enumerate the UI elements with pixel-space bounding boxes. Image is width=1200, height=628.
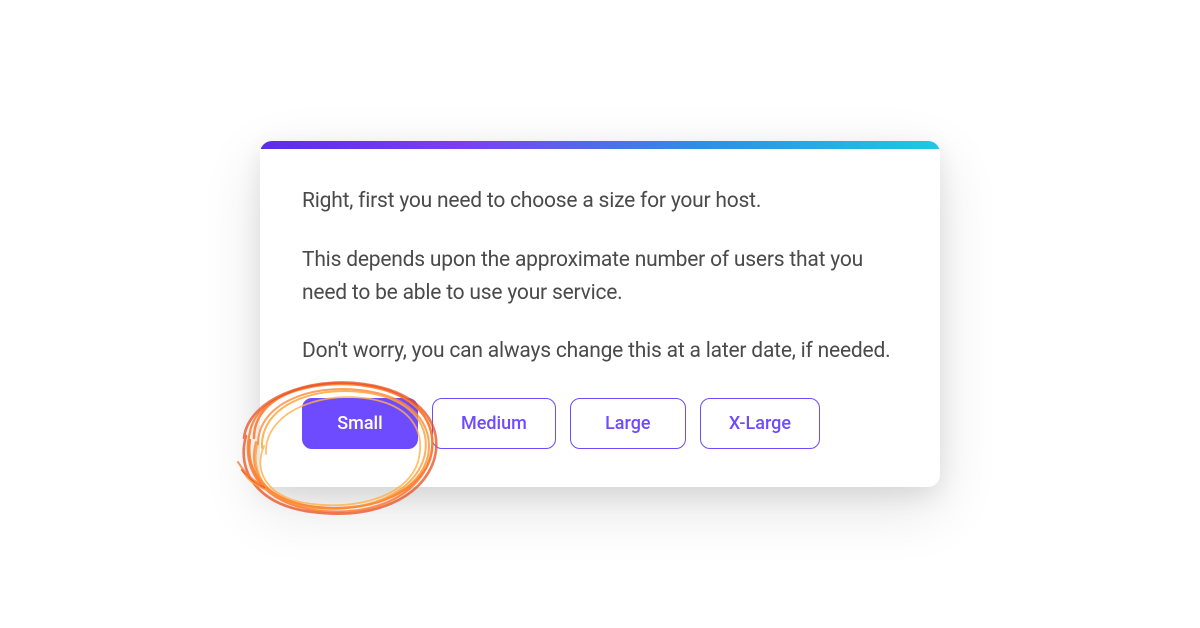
- size-option-group: Small Medium Large X-Large: [302, 398, 898, 449]
- paragraph-2: This depends upon the approximate number…: [302, 244, 898, 309]
- paragraph-1: Right, first you need to choose a size f…: [302, 185, 898, 218]
- card-body: Right, first you need to choose a size f…: [260, 149, 940, 486]
- size-option-large[interactable]: Large: [570, 398, 686, 449]
- size-option-xlarge[interactable]: X-Large: [700, 398, 820, 449]
- gradient-top-bar: [260, 141, 940, 149]
- size-option-small[interactable]: Small: [302, 398, 418, 449]
- paragraph-3: Don't worry, you can always change this …: [302, 335, 898, 368]
- host-size-card: Right, first you need to choose a size f…: [260, 141, 940, 486]
- size-option-medium[interactable]: Medium: [432, 398, 556, 449]
- instruction-text: Right, first you need to choose a size f…: [302, 185, 898, 367]
